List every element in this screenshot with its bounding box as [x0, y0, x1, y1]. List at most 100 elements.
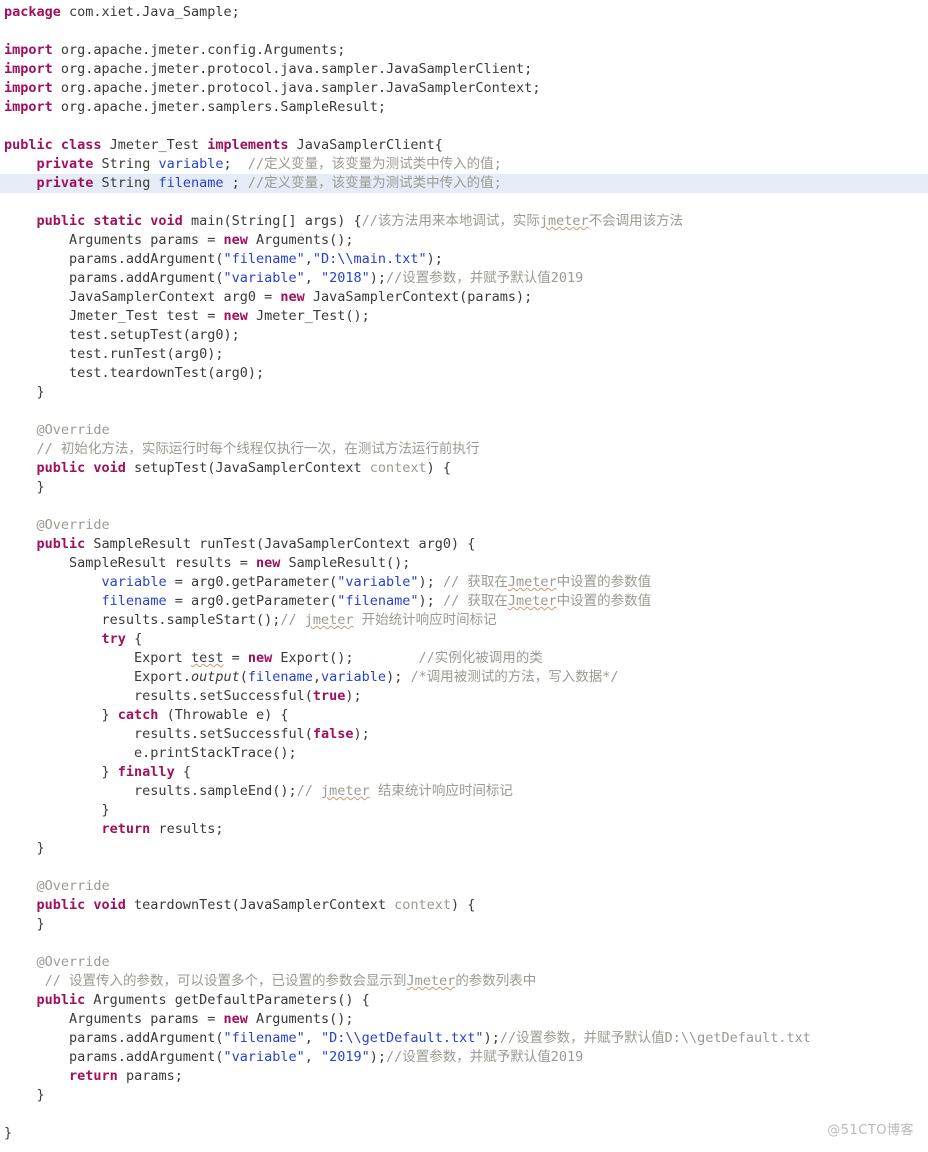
code-token: //	[280, 612, 305, 628]
code-line[interactable]: public void teardownTest(JavaSamplerCont…	[0, 896, 928, 915]
code-line[interactable]: private String variable; //定义变量，该变量为测试类中…	[0, 155, 928, 174]
code-token: results.sampleEnd();	[4, 783, 297, 799]
code-line[interactable]	[0, 934, 928, 953]
code-token: test.runTest(arg0);	[4, 346, 224, 362]
code-token: jmeter	[304, 612, 354, 628]
code-token: "D:\\getDefault.txt"	[321, 1030, 484, 1046]
code-line[interactable]	[0, 858, 928, 877]
code-token: //设置参数，并赋予默认值2019	[386, 270, 584, 286]
code-line[interactable]: import org.apache.jmeter.config.Argument…	[0, 41, 928, 60]
code-token: jmeter	[321, 783, 370, 799]
code-line[interactable]: test.setupTest(arg0);	[0, 326, 928, 345]
code-line[interactable]: public void setupTest(JavaSamplerContext…	[0, 459, 928, 478]
code-line[interactable]: private String filename ; //定义变量，该变量为测试类…	[0, 174, 928, 193]
code-token: /*调用被测试的方法，写入数据*/	[410, 669, 619, 685]
code-line[interactable]: // 设置传入的参数，可以设置多个，已设置的参数会显示到Jmeter的参数列表中	[0, 972, 928, 991]
code-editor-view: package com.xiet.Java_Sample; import org…	[0, 0, 928, 1152]
code-line[interactable]: public Arguments getDefaultParameters() …	[0, 991, 928, 1010]
code-line[interactable]: public SampleResult runTest(JavaSamplerC…	[0, 535, 928, 554]
code-line[interactable]: import org.apache.jmeter.protocol.java.s…	[0, 60, 928, 79]
code-line[interactable]: results.setSuccessful(true);	[0, 687, 928, 706]
code-line[interactable]	[0, 1105, 928, 1124]
code-token: // 获取在	[442, 574, 508, 590]
code-line[interactable]: public class Jmeter_Test implements Java…	[0, 136, 928, 155]
code-token: context	[394, 897, 452, 913]
code-line[interactable]: params.addArgument("variable", "2018");/…	[0, 269, 928, 288]
code-line[interactable]: }	[0, 801, 928, 820]
code-line[interactable]: @Override	[0, 516, 928, 535]
code-line[interactable]: test.runTest(arg0);	[0, 345, 928, 364]
code-line[interactable]: @Override	[0, 877, 928, 896]
code-token: return	[101, 821, 151, 837]
code-line[interactable]: e.printStackTrace();	[0, 744, 928, 763]
code-line[interactable]: results.setSuccessful(false);	[0, 725, 928, 744]
code-token: //设置参数，并赋予默认值2019	[386, 1049, 584, 1065]
code-line[interactable]: test.teardownTest(arg0);	[0, 364, 928, 383]
code-token: }	[4, 764, 118, 780]
code-token: =	[223, 650, 248, 666]
code-line[interactable]	[0, 402, 928, 421]
code-token: test.teardownTest(arg0);	[4, 365, 265, 381]
code-line[interactable]: } finally {	[0, 763, 928, 782]
code-token: "2019"	[321, 1049, 370, 1065]
code-line[interactable]: }	[0, 383, 928, 402]
code-line[interactable]: }	[0, 1086, 928, 1105]
code-token: //定义变量，该变量为测试类中传入的值;	[247, 175, 502, 191]
code-token: "filename"	[223, 1030, 305, 1046]
code-line[interactable]: Export.output(filename,variable); /*调用被测…	[0, 668, 928, 687]
code-line[interactable]: Jmeter_Test test = new Jmeter_Test();	[0, 307, 928, 326]
code-line[interactable]: }	[0, 478, 928, 497]
code-token: // 初始化方法，实际运行时每个线程仅执行一次，在测试方法运行前执行	[4, 441, 480, 457]
code-line[interactable]: @Override	[0, 953, 928, 972]
code-line[interactable]: }	[0, 1124, 928, 1143]
source-code-listing[interactable]: package com.xiet.Java_Sample; import org…	[0, 0, 928, 1143]
code-line[interactable]: Export test = new Export(); //实例化被调用的类	[0, 649, 928, 668]
code-line[interactable]: @Override	[0, 421, 928, 440]
code-line[interactable]: params.addArgument("filename","D:\\main.…	[0, 250, 928, 269]
code-line[interactable]: import org.apache.jmeter.samplers.Sample…	[0, 98, 928, 117]
code-line[interactable]	[0, 117, 928, 136]
code-line[interactable]: // 初始化方法，实际运行时每个线程仅执行一次，在测试方法运行前执行	[0, 440, 928, 459]
code-line[interactable]: filename = arg0.getParameter("filename")…	[0, 592, 928, 611]
code-line[interactable]: }	[0, 915, 928, 934]
code-line[interactable]: return results;	[0, 820, 928, 839]
code-token: );	[369, 270, 387, 286]
code-line[interactable]: Arguments params = new Arguments();	[0, 1010, 928, 1029]
code-line[interactable]: } catch (Throwable e) {	[0, 706, 928, 725]
code-line[interactable]: JavaSamplerContext arg0 = new JavaSample…	[0, 288, 928, 307]
code-line[interactable]: Arguments params = new Arguments();	[0, 231, 928, 250]
code-token: SampleResult runTest(JavaSamplerContext …	[85, 536, 476, 552]
code-token: Export();	[272, 650, 419, 666]
code-line[interactable]: variable = arg0.getParameter("variable")…	[0, 573, 928, 592]
code-line[interactable]: return params;	[0, 1067, 928, 1086]
code-token: //该方法用来本地调试，实际	[361, 213, 540, 229]
code-line[interactable]	[0, 22, 928, 41]
code-line[interactable]: results.sampleStart();// jmeter 开始统计响应时间…	[0, 611, 928, 630]
code-token: filename	[101, 593, 167, 609]
code-token: "filename"	[223, 251, 305, 267]
code-token: e.printStackTrace();	[4, 745, 297, 761]
code-token: ) {	[451, 897, 476, 913]
code-token: );	[386, 669, 411, 685]
code-line[interactable]: params.addArgument("variable", "2019");/…	[0, 1048, 928, 1067]
code-line[interactable]: package com.xiet.Java_Sample;	[0, 3, 928, 22]
code-line[interactable]	[0, 497, 928, 516]
code-line[interactable]: }	[0, 839, 928, 858]
code-line[interactable]: results.sampleEnd();// jmeter 结束统计响应时间标记	[0, 782, 928, 801]
code-line[interactable]: try {	[0, 630, 928, 649]
code-line[interactable]: import org.apache.jmeter.protocol.java.s…	[0, 79, 928, 98]
code-token: }	[4, 916, 45, 932]
code-token: );	[483, 1030, 500, 1046]
code-line[interactable]: SampleResult results = new SampleResult(…	[0, 554, 928, 573]
code-line[interactable]	[0, 193, 928, 212]
code-token: setupTest(JavaSamplerContext	[125, 460, 370, 476]
code-line[interactable]: public static void main(String[] args) {…	[0, 212, 928, 231]
code-token: }	[4, 1087, 45, 1103]
code-token: params.addArgument(	[4, 1049, 224, 1065]
code-line[interactable]: params.addArgument("filename", "D:\\getD…	[0, 1029, 928, 1048]
